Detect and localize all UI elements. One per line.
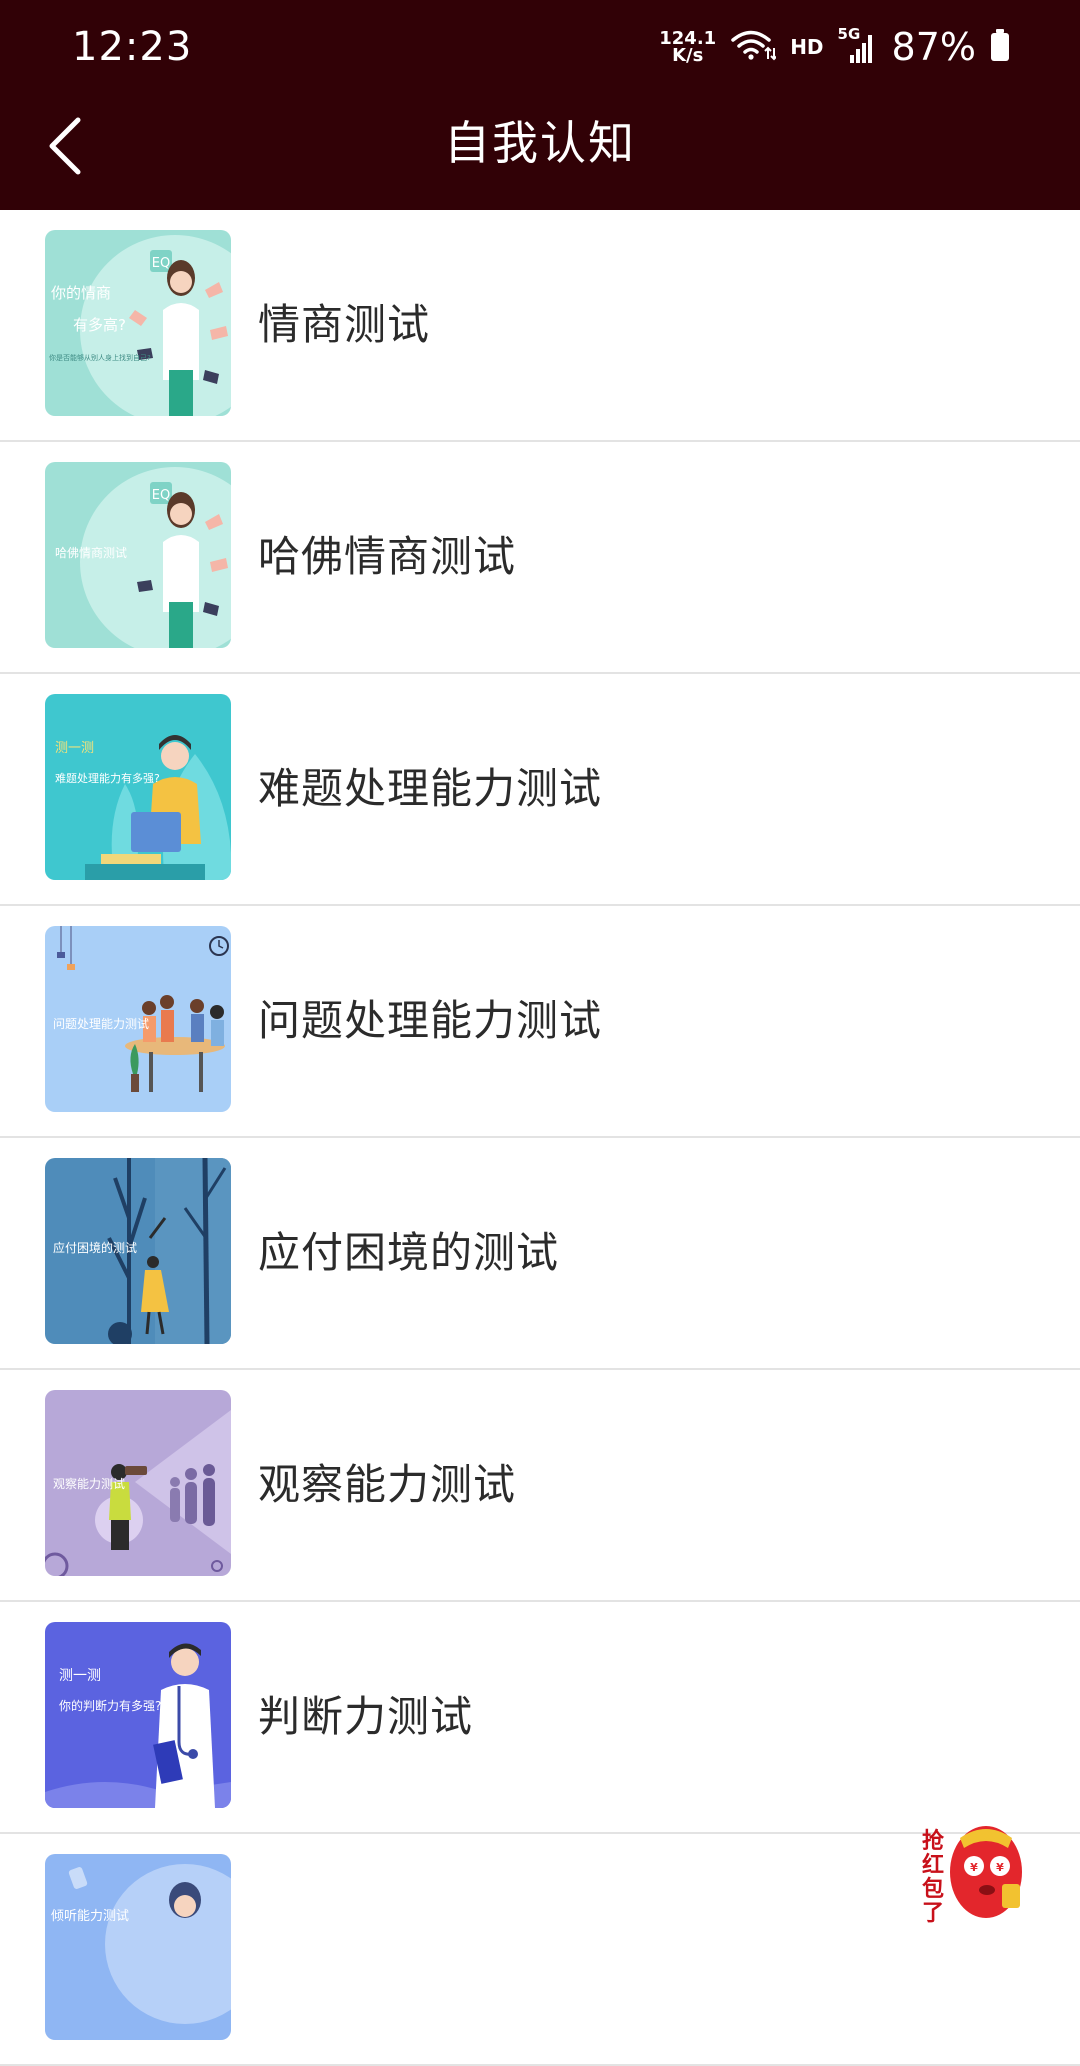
svg-text:¥: ¥ xyxy=(970,1861,978,1874)
list-item[interactable]: 倾听能力测试 xyxy=(0,1834,1080,2066)
item-label: 问题处理能力测试 xyxy=(258,996,603,1045)
item-label: 情商测试 xyxy=(258,300,431,349)
list-item[interactable]: 问题处理能力测试 问题处理能力测试 xyxy=(0,906,1080,1138)
red-packet-icon: ¥ ¥ xyxy=(950,1826,1022,1918)
signal-icon: 5G xyxy=(838,25,878,67)
thumb-title-2: 有多高? xyxy=(73,316,126,334)
list-item[interactable]: EQ 你的情商 有多高? 你是否能够从别人身上找到自己? 情商测试 xyxy=(0,210,1080,442)
list-item[interactable]: 应付困境的测试 应付困境的测试 xyxy=(0,1138,1080,1370)
battery-percent: 87% xyxy=(891,25,976,69)
status-icons: 124.1 K/s HD 5G 87% xyxy=(659,22,1010,72)
item-thumbnail: 测一测 难题处理能力有多强? xyxy=(45,694,231,880)
item-label: 难题处理能力测试 xyxy=(258,764,603,813)
item-label: 哈佛情商测试 xyxy=(258,532,517,581)
thumb-title: 问题处理能力测试 xyxy=(53,1016,149,1031)
status-time: 12:23 xyxy=(72,24,193,70)
list-item[interactable]: 测一测 你的判断力有多强? 判断力测试 xyxy=(0,1602,1080,1834)
network-speed-unit: K/s xyxy=(672,45,704,66)
thumb-title-2: 难题处理能力有多强? xyxy=(55,771,160,785)
item-thumbnail: 倾听能力测试 xyxy=(45,1854,231,2040)
thumb-title: 应付困境的测试 xyxy=(53,1240,137,1255)
item-thumbnail: 测一测 你的判断力有多强? xyxy=(45,1622,231,1808)
wifi-icon xyxy=(730,28,778,66)
thumb-title: 测一测 xyxy=(59,1668,101,1684)
svg-text:¥: ¥ xyxy=(996,1861,1004,1874)
item-thumbnail: 观察能力测试 xyxy=(45,1390,231,1576)
thumb-title: 观察能力测试 xyxy=(53,1476,125,1491)
thumb-title: 你的情商 xyxy=(51,284,111,302)
red-packet-button[interactable]: 抢红包了 ¥ ¥ xyxy=(920,1810,1030,1926)
thumb-subtitle: 你是否能够从别人身上找到自己? xyxy=(49,353,151,362)
item-thumbnail: EQ 哈佛情商测试 xyxy=(45,462,231,648)
list-item[interactable]: EQ 哈佛情商测试 哈佛情商测试 xyxy=(0,442,1080,674)
item-label: 观察能力测试 xyxy=(258,1460,517,1509)
item-thumbnail: 问题处理能力测试 xyxy=(45,926,231,1112)
test-list: EQ 你的情商 有多高? 你是否能够从别人身上找到自己? 情商测试 EQ 哈佛情… xyxy=(0,210,1080,2066)
hd-label: HD xyxy=(790,35,824,59)
app-header: 12:23 124.1 K/s HD 5G 87% 自我认知 xyxy=(0,0,1080,210)
thumb-title: 测一测 xyxy=(55,741,94,756)
battery-icon xyxy=(990,28,1010,66)
thumb-badge: EQ xyxy=(152,256,170,271)
item-label: 判断力测试 xyxy=(258,1692,474,1741)
thumb-title: 倾听能力测试 xyxy=(51,1909,129,1924)
item-thumbnail: 应付困境的测试 xyxy=(45,1158,231,1344)
thumb-title: 哈佛情商测试 xyxy=(55,545,127,560)
page-title: 自我认知 xyxy=(444,116,636,170)
list-item[interactable]: 测一测 难题处理能力有多强? 难题处理能力测试 xyxy=(0,674,1080,906)
thumb-title-2: 你的判断力有多强? xyxy=(59,1698,161,1713)
item-label: 应付困境的测试 xyxy=(258,1228,560,1277)
network-speed: 124.1 K/s xyxy=(659,30,716,66)
item-thumbnail: EQ 你的情商 有多高? 你是否能够从别人身上找到自己? xyxy=(45,230,231,416)
list-item[interactable]: 观察能力测试 观察能力测试 xyxy=(0,1370,1080,1602)
thumb-badge: EQ xyxy=(152,488,170,503)
